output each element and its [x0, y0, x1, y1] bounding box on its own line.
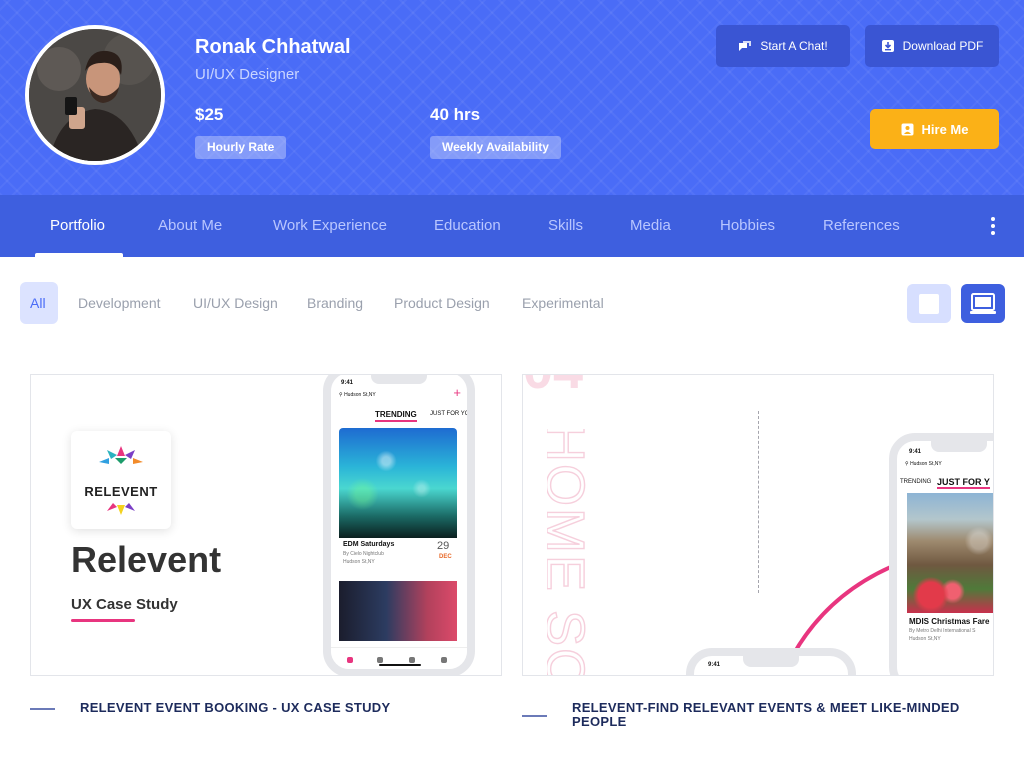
event-organizer: By Metro Delhi International S — [909, 628, 976, 634]
phone-tab-trending: TRENDING — [900, 479, 932, 485]
phone-tab-just-for-you: JUST FOR Y — [937, 477, 990, 489]
profile-photo — [29, 29, 161, 161]
relevent-logo-text: RELEVENT — [84, 483, 158, 499]
hourly-rate-value: $25 — [195, 105, 224, 124]
plus-icon: + — [453, 385, 461, 400]
phone-time: 9:41 — [708, 662, 721, 668]
phone-tabbar — [331, 647, 467, 669]
relevent-star-logo-bottom — [107, 502, 135, 515]
project-title: Relevent — [71, 539, 222, 580]
profile-icon — [441, 657, 447, 663]
relevent-star-logo-icon — [99, 445, 143, 464]
phone-mockup-3: 9:41 — [686, 648, 856, 675]
event-image-conference — [339, 581, 457, 641]
phone-location-text: Hudson St,NY — [344, 392, 376, 398]
subtitle-underline — [71, 619, 135, 622]
home-screen-text: HOME SC — [547, 429, 595, 675]
tab-skills[interactable]: Skills — [548, 195, 583, 257]
phone-tab-just-for-you: JUST FOR YO — [430, 411, 470, 417]
laptop-view-icon — [970, 292, 996, 314]
phone-mockup: 9:41 ⚲ Hudson St,NY + TRENDING JUST FOR … — [323, 375, 475, 675]
tab-hobbies[interactable]: Hobbies — [720, 195, 775, 257]
location-pin-icon: ⚲ — [339, 392, 343, 398]
filter-branding[interactable]: Branding — [307, 282, 363, 324]
card-caption[interactable]: RELEVENT-FIND RELEVANT EVENTS & MEET LIK… — [572, 701, 972, 729]
active-tab-indicator — [35, 253, 123, 257]
grid-view-icon — [919, 293, 939, 314]
caption-dash — [30, 708, 55, 710]
relevent-logo: RELEVENT — [71, 431, 171, 529]
event-address: Hudson St,NY — [909, 636, 941, 642]
hourly-rate-badge: Hourly Rate — [195, 136, 287, 159]
event-month: DEC — [439, 554, 452, 560]
event-day: 29 — [437, 540, 450, 552]
availability-value: 40 hrs — [430, 105, 481, 124]
availability-badge: Weekly Availability — [430, 136, 561, 159]
tab-portfolio[interactable]: Portfolio — [50, 195, 105, 257]
profile-header: Ronak Chhatwal UI/UX Designer $25 Hourly… — [0, 0, 1024, 195]
hire-me-button[interactable]: Hire Me — [870, 109, 999, 149]
start-chat-button[interactable]: Start A Chat! — [716, 25, 850, 67]
profile-role: UI/UX Designer — [195, 66, 300, 83]
filter-uiux-design[interactable]: UI/UX Design — [193, 282, 278, 324]
portfolio-card-relevent-find[interactable]: 04 HOME SC 9:41 ⚲ Hudson St,NY TRENDING … — [522, 374, 994, 676]
phone-location: ⚲ Hudson St,NY — [905, 461, 942, 467]
background-vertical-text: HOME SC — [547, 429, 611, 675]
event-image-concert — [339, 428, 457, 538]
phone-mockup-2: 9:41 ⚲ Hudson St,NY TRENDING JUST FOR Y … — [889, 433, 993, 675]
phone-location-text: Hudson St,NY — [910, 461, 942, 467]
caption-dash — [522, 715, 547, 717]
location-pin-icon: ⚲ — [905, 461, 909, 467]
portfolio-card-relevent-booking[interactable]: RELEVENT Relevent UX Case Study 9:41 ⚲ H… — [30, 374, 502, 676]
tab-references[interactable]: References — [823, 195, 900, 257]
event-title: MDIS Christmas Fare — [909, 617, 990, 626]
avatar — [25, 25, 165, 165]
home-screen-vertical-text: HOME SC — [547, 429, 596, 675]
list-view-button[interactable] — [961, 284, 1005, 323]
filter-experimental[interactable]: Experimental — [522, 282, 604, 324]
filter-all[interactable]: All — [20, 282, 58, 324]
download-pdf-button[interactable]: Download PDF — [865, 25, 999, 67]
phone-notch — [931, 441, 987, 452]
filter-development[interactable]: Development — [78, 282, 161, 324]
phone-time: 9:41 — [341, 380, 354, 386]
home-icon — [347, 657, 353, 663]
compass-icon — [409, 657, 415, 663]
background-number: 04 — [523, 375, 583, 401]
bell-icon — [377, 657, 383, 663]
tab-education[interactable]: Education — [434, 195, 501, 257]
event-address: Hudson St,NY — [343, 559, 375, 565]
tab-work-experience[interactable]: Work Experience — [273, 195, 387, 257]
phone-notch — [743, 656, 799, 667]
project-subtitle: UX Case Study — [71, 596, 178, 613]
profile-name: Ronak Chhatwal — [195, 36, 351, 58]
phone-location: ⚲ Hudson St,NY — [339, 392, 376, 398]
phone-notch — [371, 375, 427, 384]
tab-media[interactable]: Media — [630, 195, 671, 257]
event-title: EDM Saturdays — [343, 541, 395, 548]
hire-me-label: Hire Me — [921, 121, 969, 137]
dotted-divider — [758, 411, 759, 593]
chat-icon — [739, 41, 752, 51]
phone-tab-trending: TRENDING — [375, 410, 417, 422]
tab-about-me[interactable]: About Me — [158, 195, 222, 257]
phone-time: 9:41 — [909, 449, 922, 455]
user-card-icon — [901, 123, 914, 135]
more-options-icon[interactable] — [984, 212, 1002, 240]
card-caption[interactable]: RELEVENT EVENT BOOKING - UX CASE STUDY — [80, 701, 480, 715]
start-chat-label: Start A Chat! — [760, 39, 828, 53]
filter-product-design[interactable]: Product Design — [394, 282, 490, 324]
profile-nav: Portfolio About Me Work Experience Educa… — [0, 195, 1024, 257]
event-image-market — [907, 493, 993, 613]
home-indicator — [379, 664, 421, 666]
event-organizer: By Cielo Nightclub — [343, 551, 384, 557]
grid-view-button[interactable] — [907, 284, 951, 323]
download-icon — [881, 40, 894, 52]
download-pdf-label: Download PDF — [902, 39, 984, 53]
